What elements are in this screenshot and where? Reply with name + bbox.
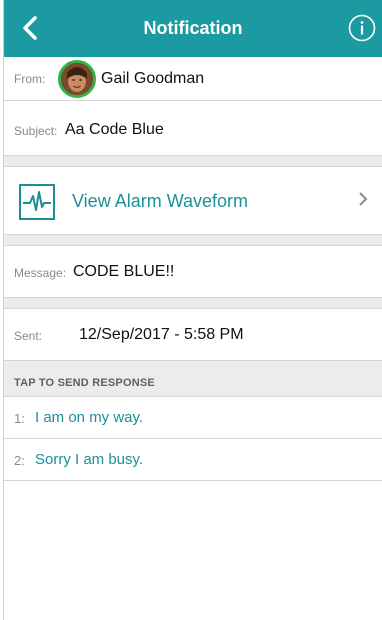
responses-header-label: TAP TO SEND RESPONSE [14,377,155,389]
response-index: 1: [14,411,25,426]
subject-label: Subject: [14,124,58,138]
view-waveform-row[interactable]: View Alarm Waveform [4,167,382,235]
sent-row: Sent: 12/Sep/2017 - 5:58 PM [4,309,382,361]
sent-value: 12/Sep/2017 - 5:58 PM [79,326,244,343]
subject-row: Subject: Aa Code Blue [4,101,382,156]
subject-value: Aa Code Blue [65,121,164,138]
from-label: From: [14,72,46,86]
response-option[interactable]: 1: I am on my way. [4,397,382,439]
response-index: 2: [14,453,25,468]
chevron-right-icon [359,192,368,206]
avatar [58,60,96,98]
section-divider [4,298,382,309]
sent-label: Sent: [14,329,43,343]
info-icon[interactable] [348,14,376,42]
from-row: From: Gail Goodman [4,57,382,101]
response-text: Sorry I am busy. [35,451,144,468]
message-value: CODE BLUE!! [73,263,175,280]
message-label: Message: [14,266,67,280]
nav-bar: Notification [4,0,382,57]
message-row: Message: CODE BLUE!! [4,246,382,298]
waveform-icon [19,184,55,220]
section-divider [4,156,382,167]
response-option[interactable]: 2: Sorry I am busy. [4,439,382,481]
section-divider [4,235,382,246]
responses-header: TAP TO SEND RESPONSE [4,361,382,397]
notification-screen: Notification From: Gail Goodman Subject:… [3,0,382,620]
sender-name: Gail Goodman [101,70,205,87]
view-waveform-label: View Alarm Waveform [72,191,249,211]
page-title: Notification [143,18,243,38]
response-text: I am on my way. [35,409,144,426]
